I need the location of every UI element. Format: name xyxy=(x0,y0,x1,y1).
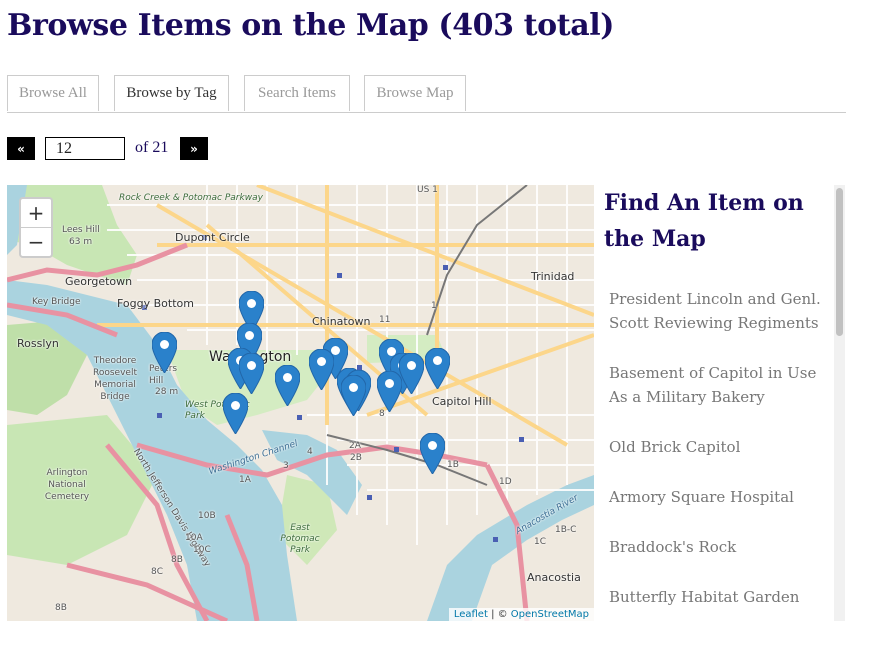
browse-tabs: Browse All Browse by Tag Search Items Br… xyxy=(7,75,846,113)
map-label-us1: US 1 xyxy=(417,185,438,195)
map-attribution: Leaflet | © OpenStreetMap xyxy=(448,608,594,621)
map-item-link[interactable]: Basement of Capitol in Use As a Military… xyxy=(609,361,824,409)
map-label-georgetown: Georgetown xyxy=(65,275,133,288)
map-label-key-bridge: Key Bridge xyxy=(32,297,81,307)
map-sidebar: Find An Item on the Map President Lincol… xyxy=(594,185,846,621)
map-label-route-2b: 2B xyxy=(350,453,362,463)
map-label-route-1: 1 xyxy=(431,301,437,311)
map-label-route-8c: 8C xyxy=(151,567,164,577)
map-label-theodore-roosevelt-bridge: Theodore Roosevelt Memorial Bridge xyxy=(93,356,137,402)
map-label-route-2a: 2A xyxy=(349,441,361,451)
map-label-rock-creek: Rock Creek & Potomac Parkway xyxy=(119,193,263,203)
map-label-arlington-national-cemetery: Arlington National Cemetery xyxy=(44,468,90,502)
map-label-foggy-bottom: Foggy Bottom xyxy=(117,297,194,310)
map-item-list: President Lincoln and Genl. Scott Review… xyxy=(609,287,824,621)
zoom-control: + − xyxy=(19,197,53,258)
map-label-route-1b: 1B xyxy=(447,460,459,470)
attribution-separator: | © xyxy=(487,609,511,620)
leaflet-link[interactable]: Leaflet xyxy=(454,609,488,620)
map-label-route-10b: 10B xyxy=(198,511,216,521)
map-label-route-10c: 10C xyxy=(193,545,211,555)
map-label-chinatown: Chinatown xyxy=(312,315,371,328)
map-item-link[interactable]: Old Brick Capitol xyxy=(609,435,824,459)
map-pin-icon[interactable] xyxy=(223,393,248,434)
page-count-label: of 21 xyxy=(135,139,169,156)
map-pin-icon[interactable] xyxy=(420,433,445,474)
page-number-input[interactable] xyxy=(45,137,125,160)
map-label-trinidad: Trinidad xyxy=(531,270,575,283)
tab-browse-map[interactable]: Browse Map xyxy=(364,75,466,111)
page-title: Browse Items on the Map (403 total) xyxy=(7,8,615,43)
map-label-route-8b-south: 8B xyxy=(55,603,67,613)
map-label-rosslyn: Rosslyn xyxy=(17,337,59,350)
map-label-peters-hill-elevation: 28 m xyxy=(155,387,179,397)
map-item-link[interactable]: Armory Square Hospital xyxy=(609,485,824,509)
map-label-route-3: 3 xyxy=(283,461,289,471)
map-label-route-4: 4 xyxy=(307,447,313,457)
map-label-lees-hill: Lees Hill xyxy=(62,225,100,235)
map-label-dupont-circle: Dupont Circle xyxy=(175,231,250,244)
map-label-anacostia: Anacostia xyxy=(527,571,581,584)
scrollbar-thumb[interactable] xyxy=(836,188,843,336)
tab-browse-all[interactable]: Browse All xyxy=(7,75,99,111)
map-label-route-8b: 8B xyxy=(171,555,183,565)
openstreetmap-link[interactable]: OpenStreetMap xyxy=(511,609,589,620)
map-pin-icon[interactable] xyxy=(309,349,334,390)
map-item-link[interactable]: Butterfly Habitat Garden xyxy=(609,585,824,609)
map-item-link[interactable]: President Lincoln and Genl. Scott Review… xyxy=(609,287,824,335)
zoom-in-button[interactable]: + xyxy=(21,199,51,228)
map[interactable]: Rock Creek & Potomac Parkway Lees Hill 6… xyxy=(7,185,594,621)
map-label-route-1a: 1A xyxy=(239,475,251,485)
map-label-route-1b-c: 1B-C xyxy=(555,525,577,535)
zoom-out-button[interactable]: − xyxy=(21,228,51,256)
next-page-button[interactable]: » xyxy=(180,137,208,160)
map-pin-icon[interactable] xyxy=(239,353,264,394)
map-label-lees-hill-elevation: 63 m xyxy=(69,237,93,247)
map-pin-icon[interactable] xyxy=(377,371,402,412)
sidebar-scrollbar[interactable] xyxy=(834,185,845,621)
map-pin-icon[interactable] xyxy=(341,375,366,416)
map-pin-icon[interactable] xyxy=(425,348,450,389)
map-label-east-potomac-park: East Potomac Park xyxy=(280,523,320,555)
previous-page-button[interactable]: « xyxy=(7,137,35,160)
tab-browse-by-tag[interactable]: Browse by Tag xyxy=(114,75,229,111)
map-label-capitol-hill: Capitol Hill xyxy=(432,395,492,408)
map-item-link[interactable]: Braddock's Rock xyxy=(609,535,824,559)
tab-search-items[interactable]: Search Items xyxy=(244,75,350,111)
map-pin-icon[interactable] xyxy=(275,365,300,406)
map-label-route-1d: 1D xyxy=(499,477,512,487)
sidebar-title: Find An Item on the Map xyxy=(604,190,804,252)
map-pin-icon[interactable] xyxy=(399,353,424,394)
map-label-route-10a: 10A xyxy=(185,533,203,543)
map-label-route-11: 11 xyxy=(379,315,391,325)
map-pin-icon[interactable] xyxy=(152,332,177,373)
map-label-route-1c: 1C xyxy=(534,537,547,547)
